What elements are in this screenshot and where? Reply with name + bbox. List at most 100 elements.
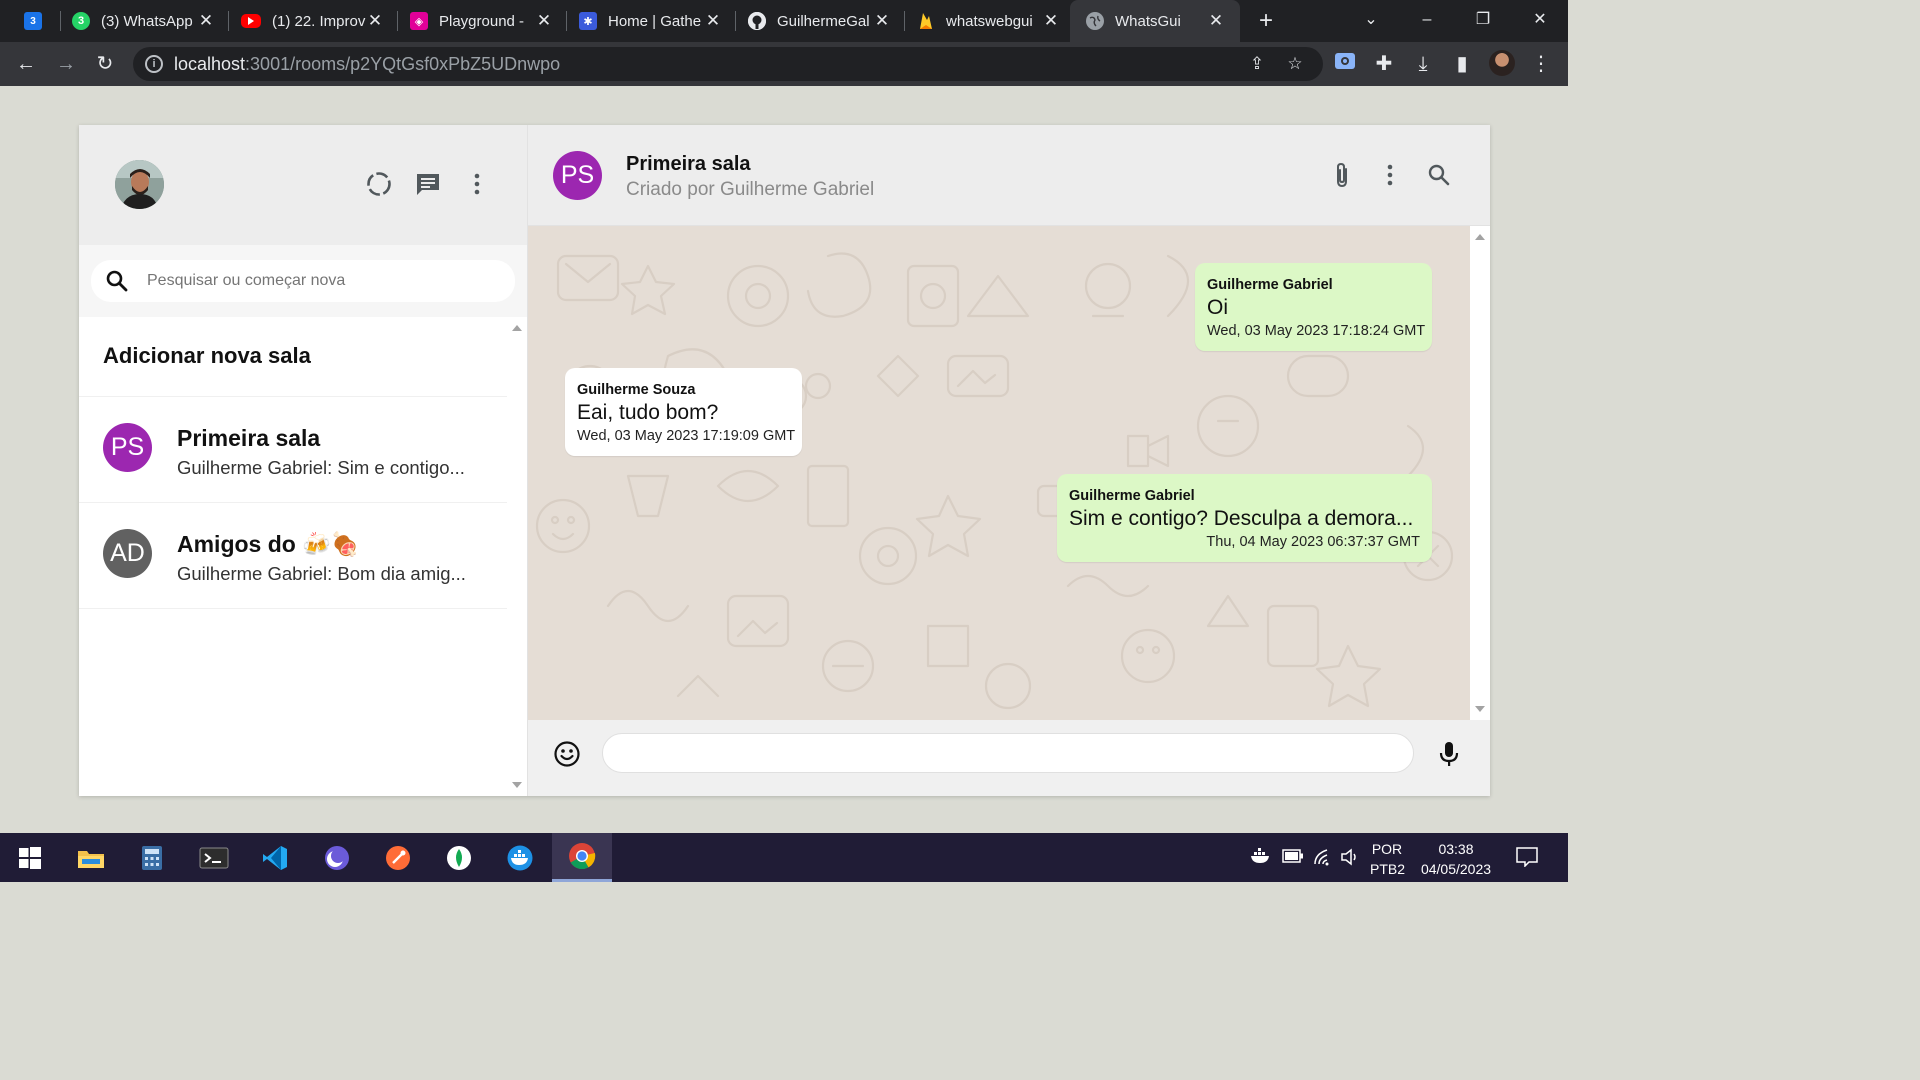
reload-button[interactable]: ↻ bbox=[93, 52, 117, 76]
new-tab-button[interactable]: + bbox=[1254, 7, 1278, 35]
side-panel-icon[interactable]: ▮ bbox=[1450, 52, 1474, 76]
room-avatar: PS bbox=[103, 423, 152, 472]
scroll-down-arrow-icon[interactable] bbox=[1475, 706, 1485, 712]
chat-search-icon[interactable] bbox=[1425, 161, 1453, 189]
attach-paperclip-icon[interactable] bbox=[1328, 161, 1356, 189]
message-text: Sim e contigo? Desculpa a demora... bbox=[1069, 507, 1414, 530]
start-menu-button[interactable] bbox=[0, 833, 60, 882]
browser-menu-icon[interactable]: ⋮ bbox=[1529, 52, 1553, 76]
calendar-icon: 3 bbox=[24, 12, 42, 30]
language-code: POR bbox=[1371, 841, 1403, 857]
tab-youtube[interactable]: (1) 22. Improv ✕ bbox=[241, 0, 385, 42]
site-info-icon[interactable]: i bbox=[145, 55, 163, 73]
tab-playground[interactable]: ◈ Playground - ✕ bbox=[410, 0, 554, 42]
message-timestamp: Thu, 04 May 2023 06:37:37 GMT bbox=[1206, 534, 1420, 550]
room-last-message: Guilherme Gabriel: Sim e contigo... bbox=[177, 457, 465, 478]
calculator-icon[interactable] bbox=[122, 833, 182, 882]
tab-whatsgui[interactable]: WhatsGui ✕ bbox=[1070, 0, 1240, 42]
browser-tab-strip: 3 3 (3) WhatsApp ✕ (1) 22. Improv ✕ ◈ Pl… bbox=[0, 0, 1568, 42]
forward-button[interactable]: → bbox=[54, 52, 78, 76]
docker-icon[interactable] bbox=[490, 833, 550, 882]
bookmark-star-icon[interactable]: ☆ bbox=[1285, 54, 1305, 74]
message-timestamp: Wed, 03 May 2023 17:18:24 GMT bbox=[1207, 323, 1426, 339]
message-timestamp: Wed, 03 May 2023 17:19:09 GMT bbox=[577, 428, 796, 444]
more-options-icon[interactable] bbox=[463, 170, 491, 198]
chrome-icon[interactable] bbox=[552, 833, 612, 882]
graphql-icon: ◈ bbox=[410, 12, 428, 30]
mongodb-compass-icon[interactable] bbox=[429, 833, 489, 882]
close-tab-icon[interactable]: ✕ bbox=[1206, 11, 1226, 31]
message-text: Oi bbox=[1207, 296, 1228, 319]
new-chat-icon[interactable] bbox=[414, 170, 442, 198]
battery-icon[interactable] bbox=[1282, 849, 1304, 898]
docker-tray-icon[interactable] bbox=[1250, 848, 1272, 897]
search-container bbox=[79, 245, 527, 317]
close-window-button[interactable]: ✕ bbox=[1527, 8, 1553, 32]
keyboard-layout-indicator[interactable]: POR PTB2 bbox=[1370, 839, 1406, 888]
room-item[interactable]: PS Primeira sala Guilherme Gabriel: Sim … bbox=[79, 397, 507, 503]
room-avatar: AD bbox=[103, 529, 152, 578]
room-list: Adicionar nova sala PS Primeira sala Gui… bbox=[79, 317, 507, 796]
status-icon[interactable] bbox=[365, 170, 393, 198]
message-bubble-sent[interactable]: Guilherme Gabriel Oi Wed, 03 May 2023 17… bbox=[1195, 263, 1432, 351]
url-text[interactable]: localhost:3001/rooms/p2YQtGsf0xPbZ5UDnwp… bbox=[174, 54, 560, 75]
tab-search-chevron-icon[interactable]: ⌄ bbox=[1358, 8, 1384, 32]
tab-gather[interactable]: ✱ Home | Gathe ✕ bbox=[579, 0, 723, 42]
address-bar[interactable]: i localhost:3001/rooms/p2YQtGsf0xPbZ5UDn… bbox=[133, 47, 1323, 81]
user-avatar[interactable] bbox=[115, 160, 164, 209]
notification-center-icon[interactable] bbox=[1516, 847, 1540, 896]
clock[interactable]: 03:38 04/05/2023 bbox=[1414, 839, 1498, 888]
close-tab-icon[interactable]: ✕ bbox=[703, 11, 723, 31]
room-list-scrollbar[interactable] bbox=[507, 317, 527, 796]
windows-taskbar: POR PTB2 03:38 04/05/2023 bbox=[0, 833, 1568, 882]
browser-toolbar: ← → ↻ i localhost:3001/rooms/p2YQtGsf0xP… bbox=[0, 42, 1568, 86]
scroll-down-arrow-icon[interactable] bbox=[512, 782, 522, 788]
tab-calendar[interactable]: 3 bbox=[24, 0, 64, 42]
room-item[interactable]: AD Amigos do 🍻🍖 Guilherme Gabriel: Bom d… bbox=[79, 503, 507, 609]
app-moon-icon[interactable] bbox=[307, 833, 367, 882]
scroll-up-arrow-icon[interactable] bbox=[512, 325, 522, 331]
keyboard-layout-code: PTB2 bbox=[1370, 861, 1406, 877]
close-tab-icon[interactable]: ✕ bbox=[365, 11, 385, 31]
room-last-message: Guilherme Gabriel: Bom dia amig... bbox=[177, 563, 466, 584]
message-bubble-sent[interactable]: Guilherme Gabriel Sim e contigo? Desculp… bbox=[1057, 474, 1432, 562]
extensions-puzzle-icon[interactable]: ✚ bbox=[1372, 52, 1396, 76]
restore-button[interactable]: ❐ bbox=[1470, 8, 1496, 32]
message-bubble-received[interactable]: Guilherme Souza Eai, tudo bom? Wed, 03 M… bbox=[565, 368, 802, 456]
tab-firebase[interactable]: whatswebgui ✕ bbox=[917, 0, 1061, 42]
search-input[interactable] bbox=[147, 268, 347, 294]
message-text: Eai, tudo bom? bbox=[577, 401, 719, 424]
firebase-icon bbox=[917, 12, 935, 30]
message-scrollbar[interactable] bbox=[1470, 226, 1490, 720]
scroll-up-arrow-icon[interactable] bbox=[1475, 234, 1485, 240]
close-tab-icon[interactable]: ✕ bbox=[1041, 11, 1061, 31]
download-icon[interactable]: ⤓ bbox=[1411, 52, 1435, 76]
profile-avatar[interactable] bbox=[1489, 50, 1515, 76]
message-composer bbox=[528, 720, 1490, 796]
message-area[interactable]: Guilherme Gabriel Oi Wed, 03 May 2023 17… bbox=[528, 226, 1470, 720]
back-button[interactable]: ← bbox=[14, 52, 38, 76]
share-icon[interactable]: ⇪ bbox=[1247, 54, 1267, 74]
minimize-button[interactable]: – bbox=[1414, 8, 1440, 32]
close-tab-icon[interactable]: ✕ bbox=[872, 11, 892, 31]
chat-more-options-icon[interactable] bbox=[1376, 161, 1404, 189]
volume-icon[interactable] bbox=[1340, 848, 1362, 897]
room-name: Amigos do 🍻🍖 bbox=[177, 531, 360, 557]
file-explorer-icon[interactable] bbox=[61, 833, 121, 882]
globe-icon bbox=[1086, 12, 1104, 30]
microphone-icon[interactable] bbox=[1436, 740, 1462, 768]
emoji-icon[interactable] bbox=[553, 740, 581, 768]
vscode-icon[interactable] bbox=[245, 833, 305, 882]
add-room-button[interactable]: Adicionar nova sala bbox=[79, 317, 507, 397]
terminal-icon[interactable] bbox=[184, 833, 244, 882]
chat-avatar[interactable]: PS bbox=[553, 151, 602, 200]
tab-whatsapp[interactable]: 3 (3) WhatsApp ✕ bbox=[72, 0, 216, 42]
close-tab-icon[interactable]: ✕ bbox=[534, 11, 554, 31]
wifi-icon[interactable] bbox=[1313, 848, 1335, 897]
screencast-extension-icon[interactable] bbox=[1333, 52, 1357, 76]
close-tab-icon[interactable]: ✕ bbox=[196, 11, 216, 31]
message-input[interactable] bbox=[602, 733, 1414, 773]
tab-github[interactable]: GuilhermeGal ✕ bbox=[748, 0, 892, 42]
postman-icon[interactable] bbox=[368, 833, 428, 882]
message-author: Guilherme Gabriel bbox=[1069, 488, 1195, 504]
